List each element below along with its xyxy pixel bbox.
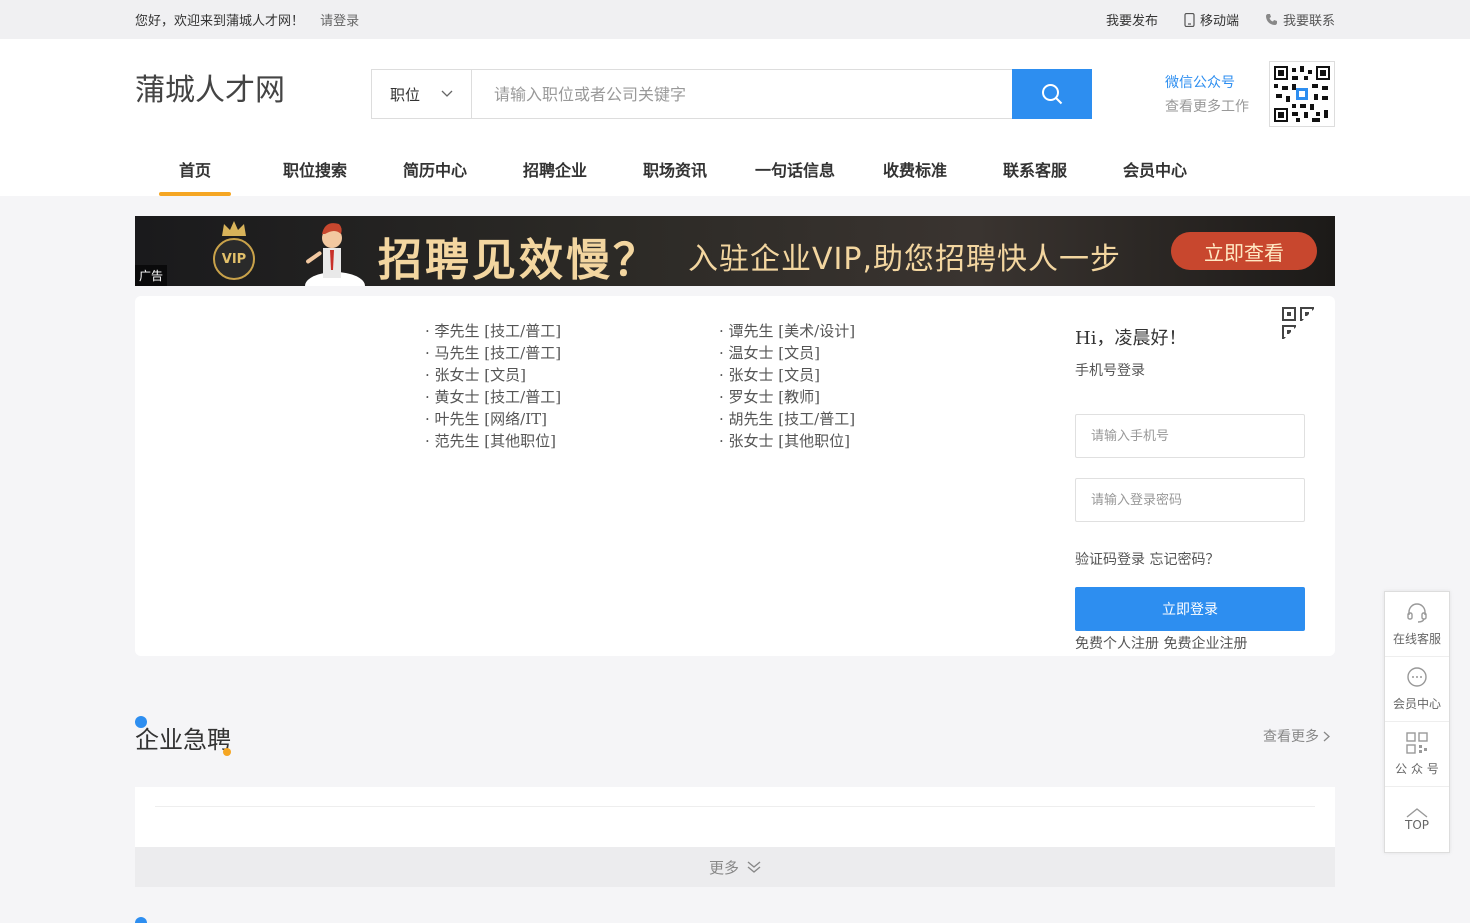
sidebar-item-online-service[interactable]: 在线客服	[1385, 592, 1449, 657]
chat-icon	[1407, 666, 1427, 687]
banner-subline: 入驻企业VIP,助您招聘快人一步	[688, 242, 1121, 277]
crown-icon	[222, 221, 246, 236]
qr-code-icon	[1274, 66, 1330, 122]
forgot-password-link[interactable]: 忘记密码？	[1149, 552, 1219, 568]
list-item[interactable]: · 范先生 [其他职位]	[425, 430, 561, 452]
wechat-info: 微信公众号 查看更多工作	[1165, 71, 1249, 119]
list-item[interactable]: · 张女士 [文员]	[719, 364, 855, 386]
code-login-link[interactable]: 验证码登录	[1075, 552, 1145, 568]
banner-cta-button[interactable]: 立即查看	[1171, 232, 1317, 270]
nav-item-news[interactable]: 职场资讯	[615, 151, 735, 196]
resume-list-left: · 李先生 [技工/普工] · 马先生 [技工/普工] · 张女士 [文员] ·…	[425, 320, 561, 452]
headset-icon	[1407, 602, 1427, 623]
wechat-title: 微信公众号	[1165, 75, 1235, 91]
login-links: 验证码登录 忘记密码？	[1075, 549, 1305, 569]
sidebar-item-official-account[interactable]: 公 众 号	[1385, 722, 1449, 787]
list-item[interactable]: · 罗女士 [教师]	[719, 386, 855, 408]
main-panel: · 李先生 [技工/普工] · 马先生 [技工/普工] · 张女士 [文员] ·…	[135, 296, 1335, 656]
login-box: Hi，凌晨好！ 手机号登录 验证码登录 忘记密码？ 立即登录 免费个人注册 免费…	[1075, 324, 1305, 653]
nav-item-one-line-info[interactable]: 一句话信息	[735, 151, 855, 196]
register-personal-link[interactable]: 免费个人注册	[1075, 636, 1159, 652]
register-links: 免费个人注册 免费企业注册	[1075, 633, 1305, 653]
list-item[interactable]: · 温女士 [文员]	[719, 342, 855, 364]
nav-item-job-search[interactable]: 职位搜索	[255, 151, 375, 196]
publish-link[interactable]: 我要发布	[1106, 10, 1158, 29]
nav-item-customer-service[interactable]: 联系客服	[975, 151, 1095, 196]
floating-sidebar: 在线客服 会员中心 公 众 号 TOP	[1384, 591, 1450, 853]
businessman-illustration	[305, 223, 365, 286]
nav-item-companies[interactable]: 招聘企业	[495, 151, 615, 196]
list-item[interactable]: · 张女士 [其他职位]	[719, 430, 855, 452]
heading-dot	[135, 917, 147, 923]
search-bar: 职位	[371, 69, 1092, 119]
list-item[interactable]: · 黄女士 [技工/普工]	[425, 386, 561, 408]
vip-badge: VIP	[213, 238, 255, 280]
password-input[interactable]	[1075, 478, 1305, 522]
double-chevron-down-icon	[747, 861, 761, 873]
load-more-button[interactable]: 更多	[135, 847, 1335, 887]
urgent-jobs-heading: 企业急聘	[135, 716, 231, 756]
wechat-subtitle: 查看更多工作	[1165, 99, 1249, 115]
list-item[interactable]: · 张女士 [文员]	[425, 364, 561, 386]
nav-item-home[interactable]: 首页	[135, 151, 255, 196]
list-item[interactable]: · 胡先生 [技工/普工]	[719, 408, 855, 430]
view-more-link[interactable]: 查看更多	[1263, 726, 1330, 746]
arrow-up-icon	[1406, 807, 1428, 818]
chevron-down-icon	[441, 90, 453, 97]
login-mode-label: 手机号登录	[1075, 363, 1145, 379]
section-title: 企业急聘	[135, 726, 231, 754]
welcome-text: 您好，欢迎来到蒲城人才网！	[135, 14, 305, 29]
list-item[interactable]: · 叶先生 [网络/IT]	[425, 408, 561, 430]
search-button[interactable]	[1012, 69, 1092, 119]
nav-item-pricing[interactable]: 收费标准	[855, 151, 975, 196]
nav-item-resume-center[interactable]: 简历中心	[375, 151, 495, 196]
phone-input[interactable]	[1075, 414, 1305, 458]
list-item[interactable]: · 李先生 [技工/普工]	[425, 320, 561, 342]
main-nav: 首页 职位搜索 简历中心 招聘企业 职场资讯 一句话信息 收费标准 联系客服 会…	[135, 151, 1215, 196]
sidebar-item-back-to-top[interactable]: TOP	[1385, 787, 1449, 852]
qr-code-icon	[1406, 731, 1428, 754]
list-item[interactable]: · 谭先生 [美术/设计]	[719, 320, 855, 342]
mobile-link[interactable]: 移动端	[1184, 10, 1239, 29]
search-icon	[1042, 84, 1063, 105]
top-bar: 您好，欢迎来到蒲城人才网！ 请登录 我要发布 移动端 我要联系	[0, 0, 1470, 39]
login-button[interactable]: 立即登录	[1075, 587, 1305, 631]
greeting: Hi，凌晨好！	[1075, 328, 1187, 349]
welcome-area: 您好，欢迎来到蒲城人才网！ 请登录	[135, 10, 359, 29]
login-link[interactable]: 请登录	[320, 14, 359, 29]
ad-label: 广告	[135, 265, 168, 286]
nav-item-member-center[interactable]: 会员中心	[1095, 151, 1215, 196]
divider	[155, 806, 1315, 807]
header: 蒲城人才网 职位 微信公众号 查看更多工作	[0, 39, 1470, 196]
wechat-qr-code	[1269, 61, 1335, 127]
chevron-right-icon	[1323, 731, 1330, 741]
phone-icon	[1184, 12, 1195, 27]
heading-dot	[223, 748, 231, 756]
banner-headline: 招聘见效慢？	[378, 235, 660, 286]
urgent-jobs-list	[135, 787, 1335, 847]
telephone-icon	[1265, 14, 1277, 25]
site-logo[interactable]: 蒲城人才网	[135, 65, 285, 109]
register-company-link[interactable]: 免费企业注册	[1163, 636, 1247, 652]
contact-link[interactable]: 我要联系	[1265, 10, 1335, 29]
list-item[interactable]: · 马先生 [技工/普工]	[425, 342, 561, 364]
sidebar-item-member-center[interactable]: 会员中心	[1385, 657, 1449, 722]
vip-ad-banner[interactable]: VIP 招聘见效慢？ 入驻企业VIP,助您招聘快人一步 立即查看 广告	[135, 216, 1335, 286]
resume-list-right: · 谭先生 [美术/设计] · 温女士 [文员] · 张女士 [文员] · 罗女…	[719, 320, 855, 452]
search-type-select[interactable]: 职位	[372, 70, 472, 118]
search-input[interactable]	[472, 70, 1012, 118]
